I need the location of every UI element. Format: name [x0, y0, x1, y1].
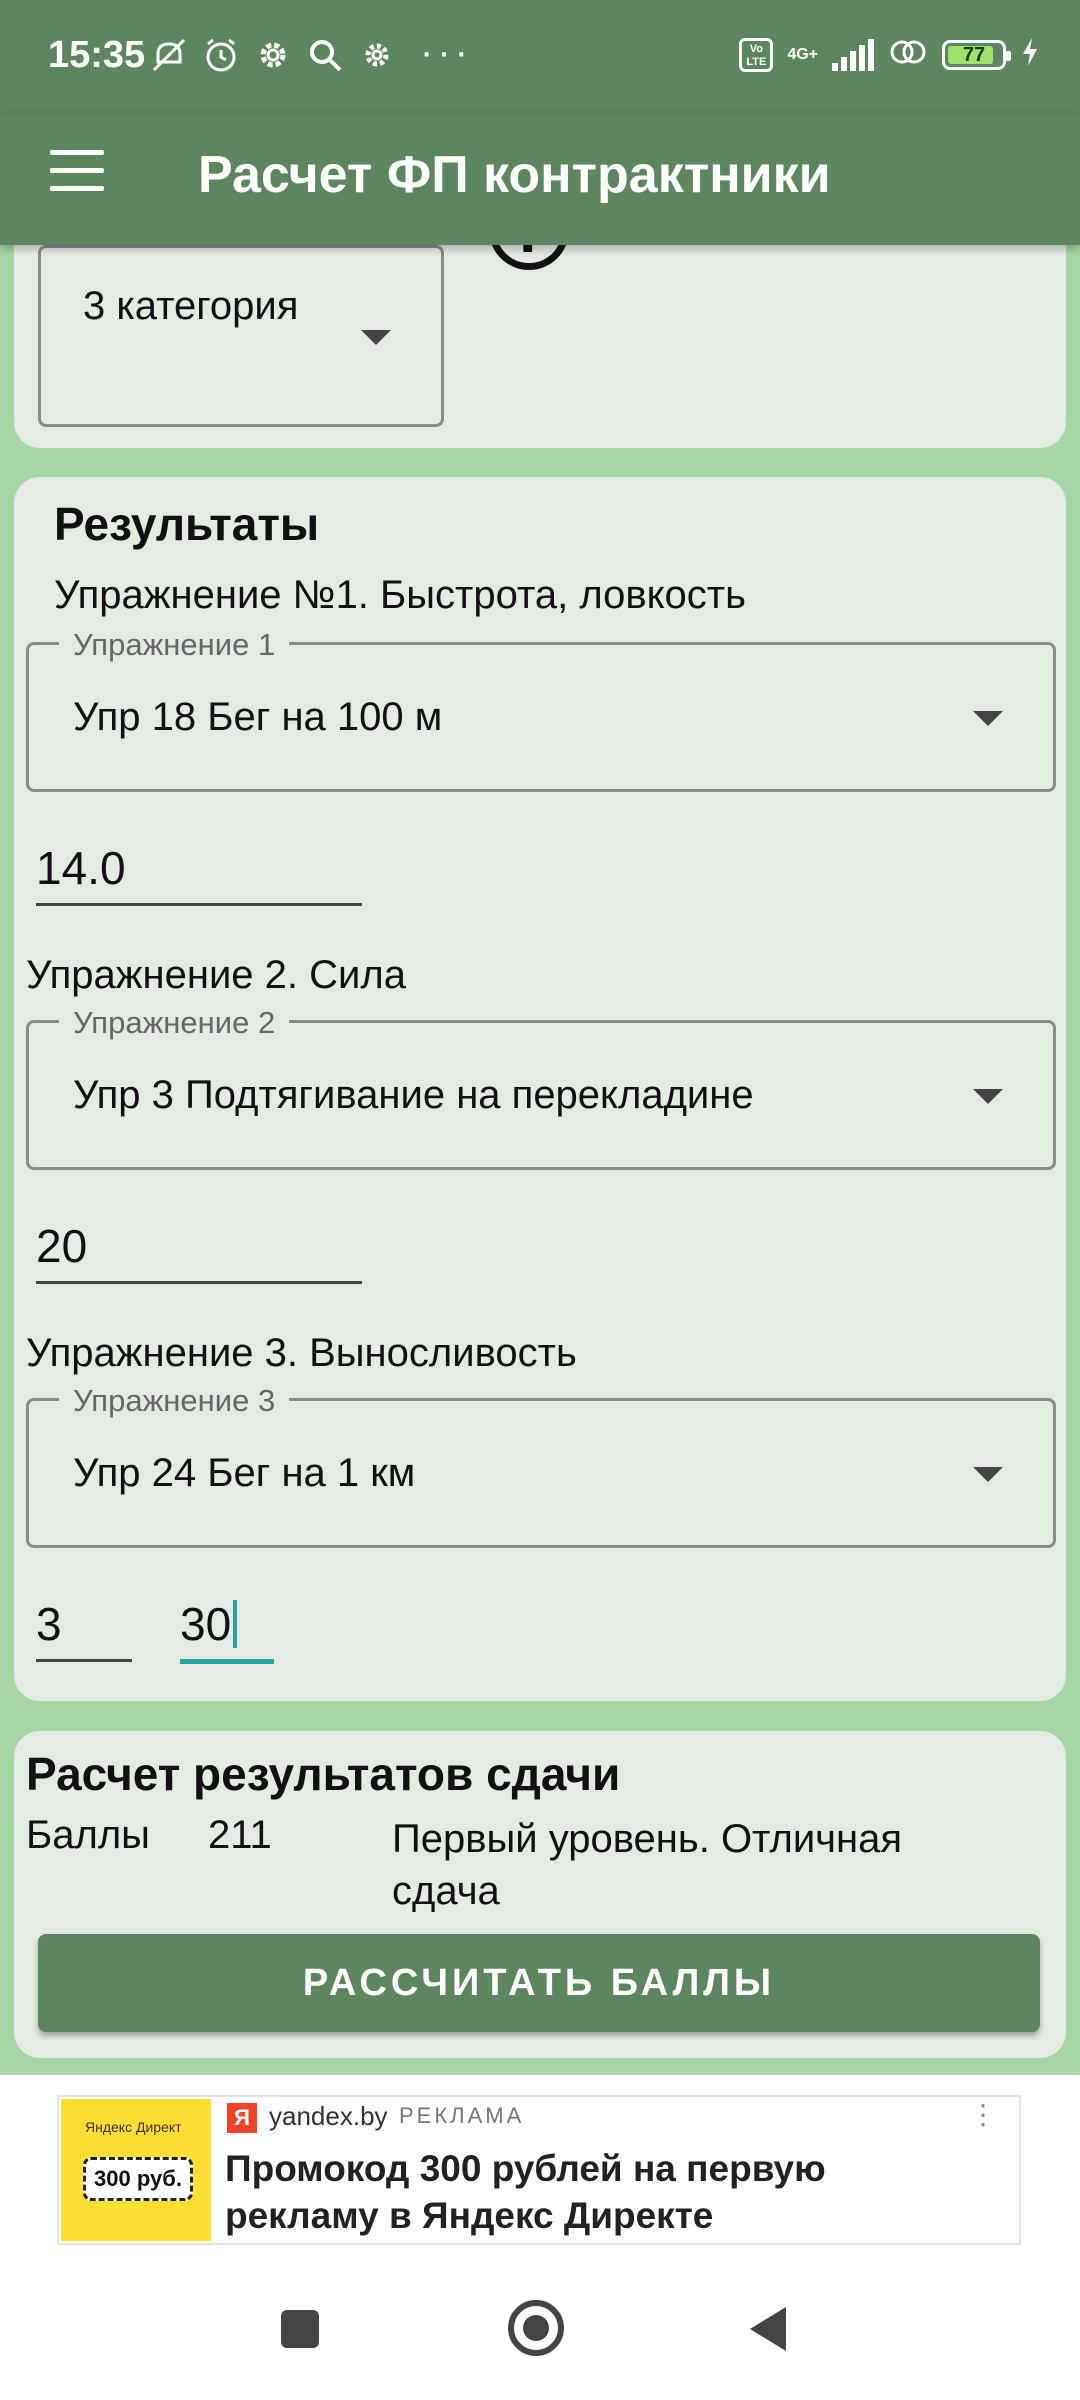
- status-right: Vo LTE 4G+ 77: [739, 36, 1040, 73]
- more-notifications-icon: ···: [420, 30, 472, 74]
- calculation-title: Расчет результатов сдачи: [26, 1748, 621, 1800]
- exercise3-label: Упражнение 3. Выносливость: [26, 1331, 577, 1375]
- exercise2-label: Упражнение 2. Сила: [26, 953, 406, 997]
- exercise2-result-value: 20: [36, 1220, 88, 1272]
- help-icon[interactable]: ?: [489, 245, 569, 270]
- search-icon: [306, 36, 344, 74]
- exercise1-legend: Упражнение 1: [59, 627, 290, 663]
- navigation-bar: [0, 2275, 1080, 2400]
- battery-level: 77: [962, 43, 986, 66]
- more-vertical-icon[interactable]: ⋮: [969, 2101, 997, 2129]
- status-time: 15:35: [48, 34, 146, 76]
- exercise1-result-value: 14.0: [36, 842, 126, 894]
- ad-banner[interactable]: Яндекс Директ 300 руб. Я yandex.by РЕКЛА…: [57, 2095, 1021, 2245]
- back-icon[interactable]: [750, 2307, 786, 2351]
- exercise3-seconds-input[interactable]: 30: [180, 1585, 274, 1664]
- exercise2-legend: Упражнение 2: [59, 1005, 290, 1041]
- alarm-icon: [202, 36, 240, 74]
- category-select[interactable]: 3 категория: [38, 245, 444, 427]
- exercise3-selected: Упр 24 Бег на 1 км: [73, 1451, 416, 1495]
- score-text: Первый уровень. Отличная сдача: [392, 1817, 903, 1913]
- charging-icon: [1020, 36, 1040, 73]
- ad-area: Яндекс Директ 300 руб. Я yandex.by РЕКЛА…: [0, 2075, 1080, 2275]
- text-caret: [233, 1600, 238, 1648]
- score-value: 211: [208, 1813, 272, 1857]
- ad-headline[interactable]: Промокод 300 рублей на первую рекламу в …: [225, 2145, 985, 2239]
- settings-icon: [358, 36, 396, 74]
- home-icon[interactable]: [508, 2300, 564, 2356]
- content-scroll[interactable]: 3 категория ? Результаты Упражнение №1. …: [0, 245, 1080, 2075]
- chevron-down-icon: [361, 330, 391, 345]
- exercise3-minutes-input[interactable]: 3: [36, 1585, 132, 1662]
- results-heading: Результаты: [54, 498, 320, 550]
- ad-label: РЕКЛАМА: [399, 2103, 525, 2128]
- signal-icon: [832, 38, 874, 71]
- calculation-card: Расчет результатов сдачи Баллы 211 Первы…: [14, 1731, 1066, 2058]
- menu-icon[interactable]: [50, 150, 104, 194]
- app-bar: Расчет ФП контрактники: [0, 115, 1080, 245]
- exercise3-select[interactable]: Упражнение 3 Упр 24 Бег на 1 км: [26, 1383, 1056, 1548]
- network-type: 4G+: [787, 45, 818, 63]
- exercise2-selected: Упр 3 Подтягивание на перекладине: [73, 1073, 754, 1117]
- exercise1-result-input[interactable]: 14.0: [36, 829, 362, 906]
- ad-image[interactable]: Яндекс Директ 300 руб.: [61, 2099, 211, 2241]
- status-bar: 15:35 ··· Vo LTE 4G+ 77: [0, 0, 1080, 115]
- battery-icon: 77: [942, 39, 1011, 70]
- exercise1-label: Упражнение №1. Быстрота, ловкость: [54, 573, 746, 617]
- category-card: 3 категория ?: [14, 245, 1066, 448]
- score-label: Баллы: [26, 1813, 150, 1857]
- exercise2-select[interactable]: Упражнение 2 Упр 3 Подтягивание на перек…: [26, 1005, 1056, 1170]
- yandex-icon: Я: [227, 2103, 257, 2133]
- exercise3-minutes-value: 3: [36, 1598, 62, 1650]
- chevron-down-icon: [973, 711, 1003, 726]
- ad-image-coupon: 300 руб.: [83, 2157, 193, 2201]
- calculate-button[interactable]: РАССЧИТАТЬ БАЛЛЫ: [38, 1934, 1040, 2032]
- category-value: 3 категория: [83, 284, 299, 328]
- chevron-down-icon: [973, 1089, 1003, 1104]
- mute-icon: [150, 36, 188, 74]
- results-card: Результаты Упражнение №1. Быстрота, ловк…: [14, 477, 1066, 1701]
- gear-icon: [254, 36, 292, 74]
- ad-image-brand: Яндекс Директ: [85, 2119, 182, 2135]
- recents-icon[interactable]: [281, 2310, 319, 2348]
- exercise3-legend: Упражнение 3: [59, 1383, 290, 1419]
- status-icons: [150, 36, 396, 74]
- app-title: Расчет ФП контрактники: [198, 146, 831, 204]
- exercise2-result-input[interactable]: 20: [36, 1207, 362, 1284]
- exercise3-seconds-value: 30: [180, 1598, 232, 1650]
- exercise1-selected: Упр 18 Бег на 100 м: [73, 695, 443, 739]
- exercise1-select[interactable]: Упражнение 1 Упр 18 Бег на 100 м: [26, 627, 1056, 792]
- chevron-down-icon: [973, 1467, 1003, 1482]
- wifi-link-icon: [888, 36, 928, 73]
- volte-icon: Vo LTE: [739, 37, 774, 72]
- ad-domain[interactable]: yandex.by: [269, 2101, 388, 2132]
